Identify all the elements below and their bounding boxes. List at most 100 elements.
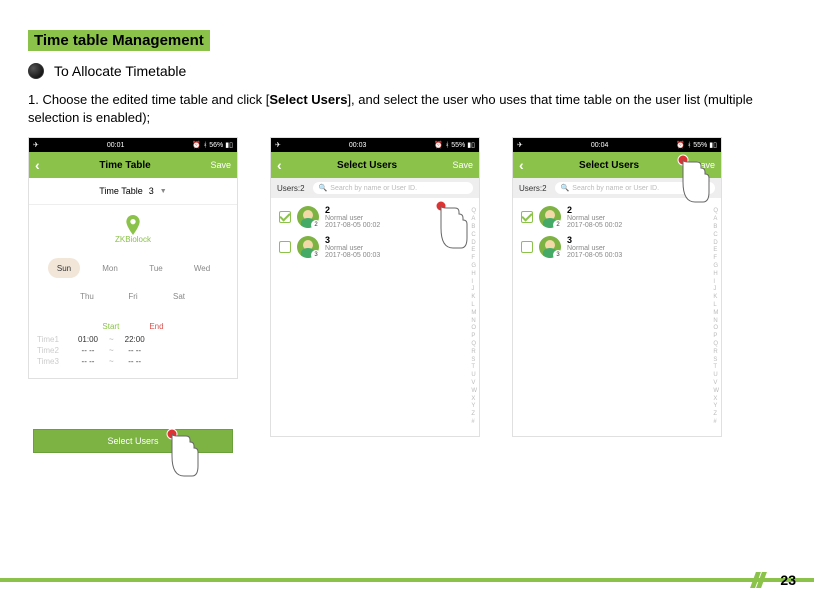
alpha-letter[interactable]: P [471,333,477,341]
bullet-icon [28,63,44,79]
row-end: -- -- [120,357,150,366]
checkbox[interactable] [521,241,533,253]
alpha-letter[interactable]: Z [713,411,719,419]
alpha-letter[interactable]: L [471,302,477,310]
back-button[interactable]: ‹ [519,157,524,173]
back-button[interactable]: ‹ [277,157,282,173]
save-button[interactable]: Save [210,160,231,170]
alpha-letter[interactable]: K [471,294,477,302]
alpha-letter[interactable]: # [471,419,477,427]
alpha-letter[interactable]: S [471,357,477,365]
alpha-letter[interactable]: T [471,364,477,372]
alpha-letter[interactable]: J [471,286,477,294]
checkbox[interactable] [279,241,291,253]
alpha-letter[interactable]: V [713,380,719,388]
alpha-letter[interactable]: F [471,255,477,263]
alpha-letter[interactable]: R [471,349,477,357]
alpha-letter[interactable]: M [471,310,477,318]
battery-text: 56% [209,142,223,149]
alpha-letter[interactable]: O [471,325,477,333]
alpha-letter[interactable]: U [471,372,477,380]
alpha-letter[interactable]: G [713,263,719,271]
status-bar: ✈ 00:01 ⏰ᚼ56%▮▯ [29,138,237,152]
plane-icon: ✈ [33,141,39,149]
select-users-button[interactable]: Select Users [33,429,233,453]
alpha-letter[interactable]: M [713,310,719,318]
alpha-letter[interactable]: P [713,333,719,341]
alpha-letter[interactable]: A [713,216,719,224]
alpha-letter[interactable]: L [713,302,719,310]
alpha-letter[interactable]: # [713,419,719,427]
section-title: Time table Management [28,30,210,51]
alpha-letter[interactable]: T [713,364,719,372]
alpha-index[interactable]: QABCDEFGHIJKLMNOPQRSTUVWXYZ# [713,208,719,426]
checkbox[interactable] [279,211,291,223]
alpha-letter[interactable]: D [713,240,719,248]
row-start: 01:00 [73,335,103,344]
day-sat[interactable]: Sat [163,286,195,306]
status-time: 00:04 [591,142,609,149]
alpha-letter[interactable]: J [713,286,719,294]
alpha-letter[interactable]: I [471,279,477,287]
day-sun[interactable]: Sun [48,258,80,278]
alpha-letter[interactable]: S [713,357,719,365]
save-button[interactable]: Save [452,160,473,170]
search-input[interactable]: 🔍 Search by name or User ID. [313,182,473,194]
alpha-letter[interactable]: O [713,325,719,333]
alpha-letter[interactable]: Y [471,403,477,411]
alpha-letter[interactable]: F [713,255,719,263]
alarm-icon: ⏰ [434,141,443,149]
alpha-letter[interactable]: C [713,232,719,240]
location-pin-area: ZKBiolock [29,205,237,248]
alpha-letter[interactable]: X [471,396,477,404]
time-row-2[interactable]: Time2 -- -- ~ -- -- [37,346,229,355]
user-role: Normal user [567,245,713,252]
status-time: 00:03 [349,142,367,149]
day-thu[interactable]: Thu [71,286,103,306]
alpha-letter[interactable]: K [713,294,719,302]
alpha-letter[interactable]: H [713,271,719,279]
alpha-letter[interactable]: E [713,247,719,255]
pin-icon [125,215,141,235]
alpha-letter[interactable]: W [713,388,719,396]
battery-text: 55% [451,142,465,149]
row-end: 22:00 [120,335,150,344]
alpha-letter[interactable]: Q [713,208,719,216]
alpha-letter[interactable]: Q [713,341,719,349]
timetable-selector[interactable]: Time Table 3 ▼ [29,178,237,205]
alpha-letter[interactable]: N [713,318,719,326]
alpha-letter[interactable]: I [713,279,719,287]
alpha-letter[interactable]: W [471,388,477,396]
alpha-letter[interactable]: Q [471,341,477,349]
day-wed[interactable]: Wed [186,258,218,278]
alpha-letter[interactable]: V [471,380,477,388]
back-button[interactable]: ‹ [35,157,40,173]
time-row-1[interactable]: Time1 01:00 ~ 22:00 [37,335,229,344]
battery-icon: ▮▯ [709,141,717,149]
alpha-letter[interactable]: G [471,263,477,271]
time-row-3[interactable]: Time3 -- -- ~ -- -- [37,357,229,366]
alpha-letter[interactable]: N [471,318,477,326]
row-end: -- -- [120,346,150,355]
status-bar: ✈ 00:03 ⏰ᚼ55%▮▯ [271,138,479,152]
alpha-letter[interactable]: R [713,349,719,357]
users-count: Users:2 [519,184,547,193]
alpha-letter[interactable]: X [713,396,719,404]
days-grid: Sun Mon Tue Wed Thu Fri Sat [29,248,237,316]
alpha-letter[interactable]: U [713,372,719,380]
checkbox[interactable] [521,211,533,223]
alpha-letter[interactable]: Y [713,403,719,411]
row-start: -- -- [73,357,103,366]
avatar-badge: 3 [553,250,563,260]
day-mon[interactable]: Mon [94,258,126,278]
alpha-letter[interactable]: Z [471,411,477,419]
alpha-letter[interactable]: B [713,224,719,232]
day-fri[interactable]: Fri [117,286,149,306]
user-row[interactable]: 3 3 Normal user 2017-08-05 00:03 [513,232,721,262]
alpha-letter[interactable]: H [471,271,477,279]
document-page: Time table Management To Allocate Timeta… [0,0,814,453]
day-tue[interactable]: Tue [140,258,172,278]
hand-pointer-icon [164,426,204,481]
status-bar: ✈ 00:04 ⏰ᚼ55%▮▯ [513,138,721,152]
screen1-wrap: ✈ 00:01 ⏰ᚼ56%▮▯ ‹ Time Table Save Time T… [28,137,238,453]
